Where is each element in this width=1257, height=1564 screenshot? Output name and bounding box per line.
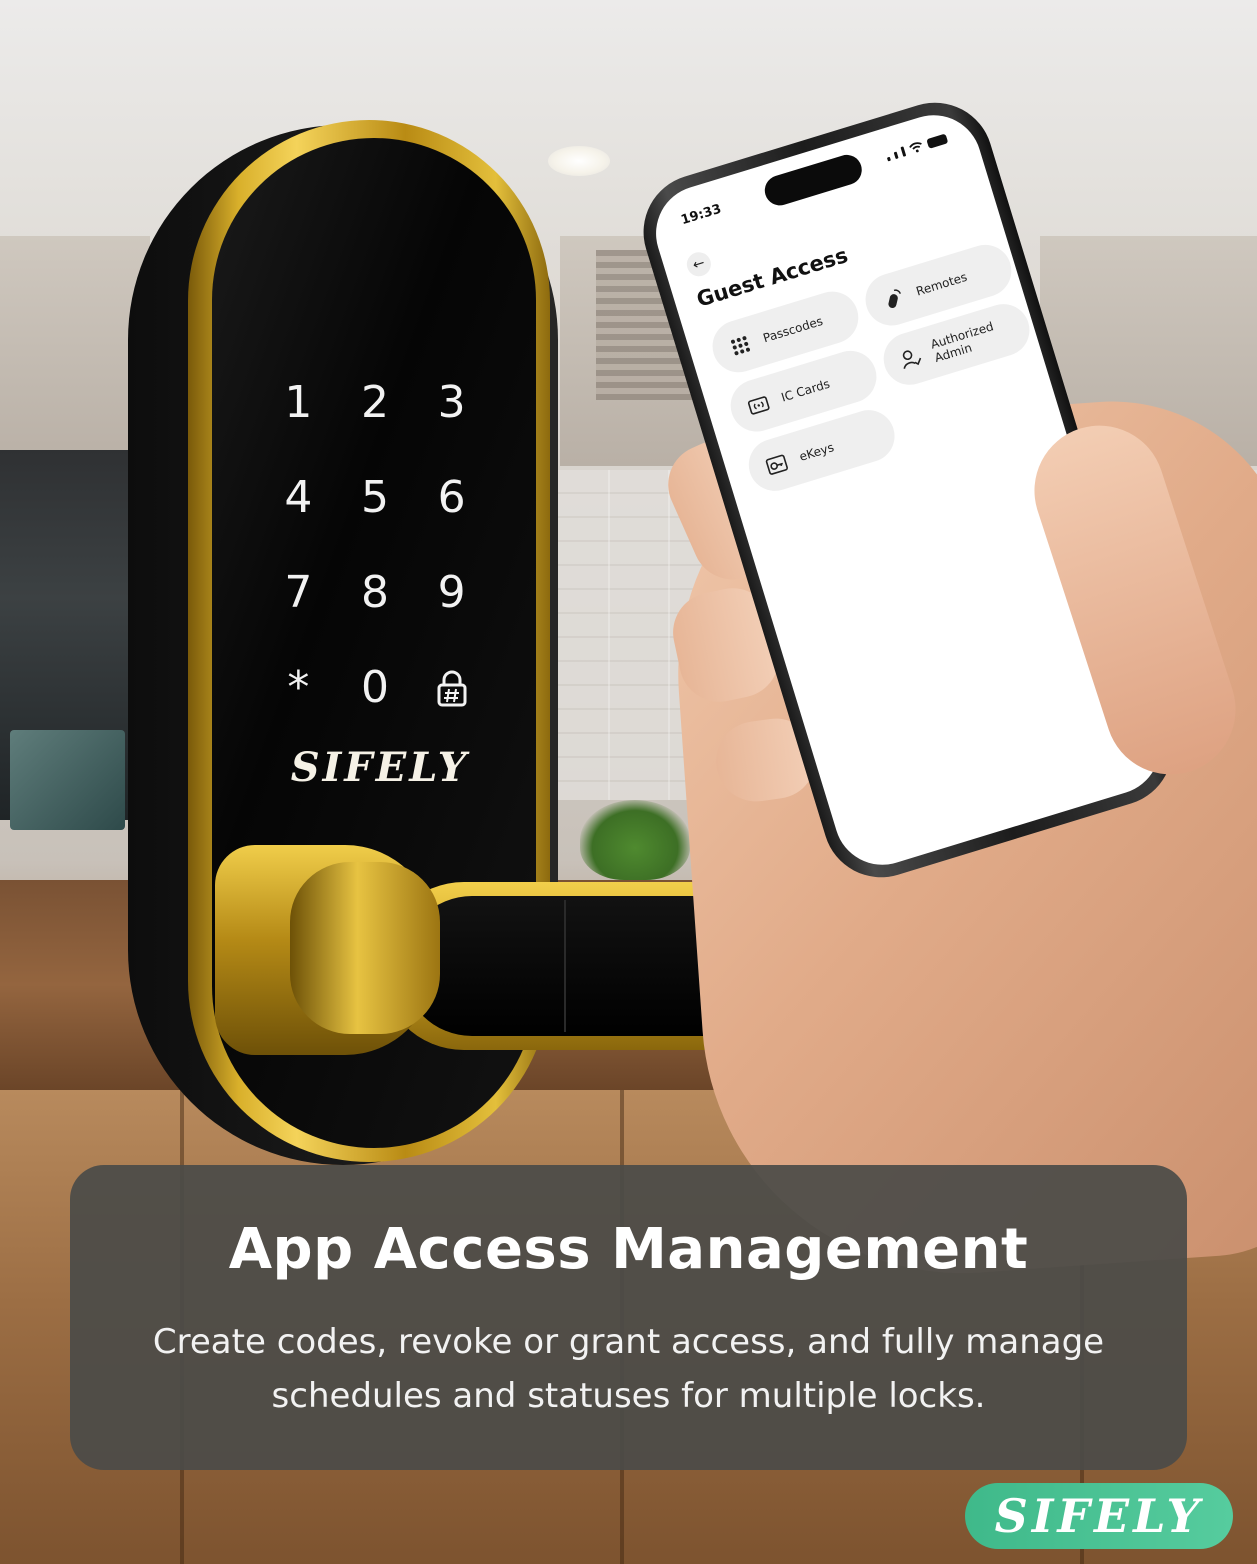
keypad-dots-icon: [725, 331, 755, 361]
wall-oven: [0, 450, 130, 830]
admin-user-icon: [897, 344, 925, 373]
keypad-key-star[interactable]: *: [260, 640, 337, 735]
caption-panel: App Access Management Create codes, revo…: [70, 1165, 1187, 1470]
keypad-key-5[interactable]: 5: [337, 450, 414, 545]
handle-collar: [290, 862, 440, 1034]
caption-title: App Access Management: [228, 1217, 1029, 1282]
signal-icon: [900, 146, 907, 157]
keypad-key-8[interactable]: 8: [337, 545, 414, 640]
remote-fob-icon: [879, 284, 909, 314]
keypad-key-4[interactable]: 4: [260, 450, 337, 545]
tile-label: IC Cards: [779, 376, 832, 405]
wifi-icon: [909, 142, 922, 153]
tile-label: Authorized Admin: [928, 319, 996, 366]
ekey-icon: [762, 449, 792, 479]
dynamic-island: [761, 151, 866, 210]
signal-icon: [893, 151, 899, 160]
keypad-key-7[interactable]: 7: [260, 545, 337, 640]
status-icons: [885, 133, 949, 162]
lock-hash-icon: [437, 670, 467, 706]
back-button[interactable]: ←: [683, 249, 714, 280]
product-scene: 1 2 3 4 5 6 7 8 9 * 0 SIFELY 19:33 ← Gue…: [0, 0, 1257, 1564]
lock-keypad: 1 2 3 4 5 6 7 8 9 * 0: [260, 355, 490, 735]
tile-label: Remotes: [914, 269, 969, 299]
status-time: 19:33: [679, 201, 724, 229]
rfid-card-icon: [744, 390, 774, 420]
back-arrow-icon: ←: [690, 254, 707, 274]
keypad-key-1[interactable]: 1: [260, 355, 337, 450]
potted-plant: [580, 800, 690, 880]
lock-brand-logo: SIFELY: [290, 743, 470, 791]
keypad-key-3[interactable]: 3: [413, 355, 490, 450]
keypad-key-9[interactable]: 9: [413, 545, 490, 640]
keypad-key-lock[interactable]: [413, 640, 490, 735]
battery-icon: [926, 133, 949, 149]
brand-badge: SIFELY: [965, 1483, 1233, 1549]
brand-logo: SIFELY: [994, 1489, 1204, 1543]
lever-seam: [564, 900, 566, 1032]
ceiling-light: [548, 146, 610, 176]
keypad-key-6[interactable]: 6: [413, 450, 490, 545]
keypad-key-0[interactable]: 0: [337, 640, 414, 735]
oven-window: [10, 730, 125, 830]
caption-text: Create codes, revoke or grant access, an…: [152, 1322, 1105, 1416]
keypad-key-2[interactable]: 2: [337, 355, 414, 450]
tile-label: Passcodes: [761, 313, 825, 346]
signal-icon: [886, 156, 891, 162]
tile-label: eKeys: [797, 440, 836, 464]
